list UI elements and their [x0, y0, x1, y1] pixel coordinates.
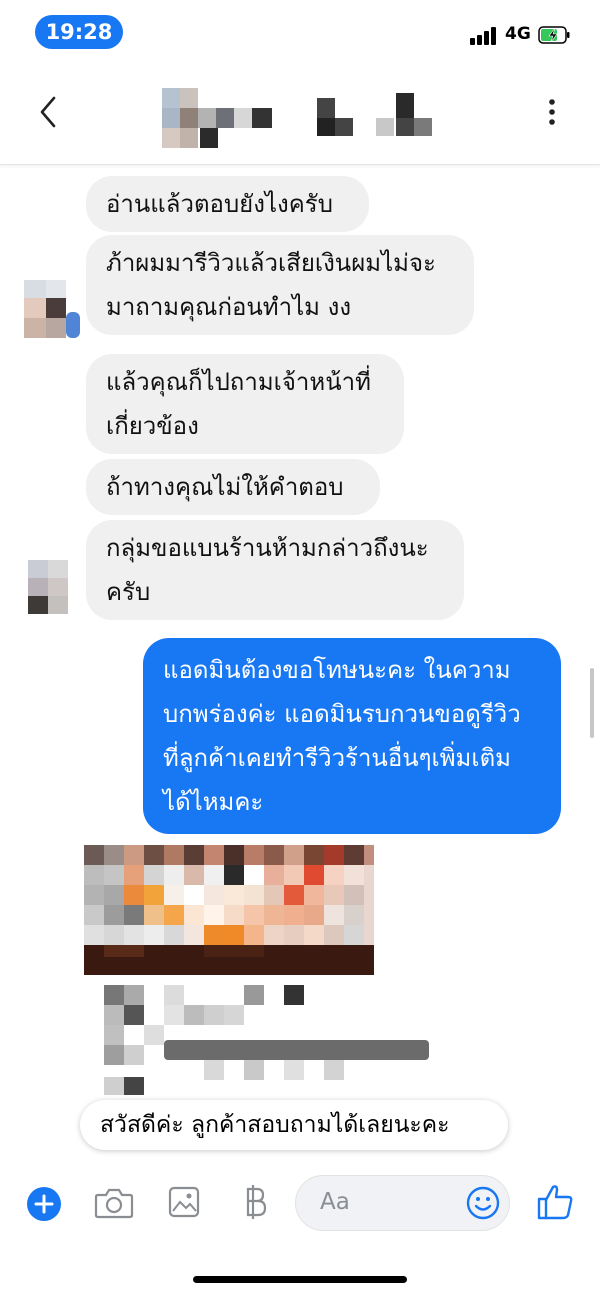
message-bubble[interactable]: แล้วคุณก็ไปถามเจ้าหน้าที่ เกี่ยวข้อง [86, 354, 404, 454]
message-text: ภ้าผมมารีวิวแล้วเสียเงินผมไม่จะ [106, 249, 436, 277]
scrollbar[interactable] [590, 668, 594, 738]
message-text: เกี่ยวข้อง [106, 412, 199, 440]
back-arrow-icon[interactable] [36, 92, 60, 132]
message-text: บกพร่องค่ะ แอดมินรบกวนขอดูรีวิว [163, 700, 521, 728]
message-text: มาถามคุณก่อนทำไม งง [106, 293, 352, 321]
message-input[interactable]: Aa [295, 1175, 510, 1231]
message-bubble[interactable]: ภ้าผมมารีวิวแล้วเสียเงินผมไม่จะ มาถามคุณ… [86, 235, 474, 335]
message-text: กลุ่มขอแบนร้านห้ามกล่าวถึงนะ [106, 534, 429, 562]
message-bubble-sent[interactable]: แอดมินต้องขอโทษนะคะ ในความ บกพร่องค่ะ แอ… [143, 638, 561, 834]
status-time: 19:28 [35, 15, 123, 49]
message-input-placeholder: Aa [320, 1189, 350, 1215]
camera-icon[interactable] [94, 1186, 134, 1220]
message-text: แล้วคุณก็ไปถามเจ้าหน้าที่ [106, 368, 371, 396]
message-text: ได้ไหมคะ [163, 788, 264, 816]
signal-icon [470, 27, 498, 45]
avatar[interactable] [24, 560, 76, 618]
message-bubble[interactable]: ถ้าทางคุณไม่ให้คำตอบ [86, 459, 380, 515]
image-icon[interactable] [168, 1186, 200, 1218]
quick-reply-chip[interactable]: สวัสดีค่ะ ลูกค้าสอบถามได้เลยนะคะ [80, 1100, 508, 1150]
message-bubble[interactable]: อ่านแล้วตอบยังไงครับ [86, 176, 369, 232]
message-text: ถ้าทางคุณไม่ให้คำตอบ [106, 473, 344, 501]
contact-name-pixelated[interactable] [162, 88, 442, 148]
message-text: แอดมินต้องขอโทษนะคะ ในความ [163, 656, 511, 684]
home-indicator[interactable] [193, 1276, 407, 1283]
composer-toolbar: Aa [0, 1168, 600, 1238]
message-text: อ่านแล้วตอบยังไงครับ [106, 190, 333, 218]
plus-icon[interactable] [26, 1186, 62, 1222]
thumbs-up-icon[interactable] [536, 1182, 574, 1222]
emoji-icon[interactable] [466, 1186, 500, 1220]
message-text: ที่ลูกค้าเคยทำรีวิวร้านอื่นๆเพิ่มเติม [163, 744, 511, 772]
battery-icon [538, 26, 570, 44]
conversation-header [0, 64, 600, 165]
avatar[interactable] [24, 280, 80, 338]
status-bar: 19:28 4G [0, 0, 600, 64]
more-vertical-icon[interactable] [538, 94, 566, 130]
message-text: ครับ [106, 578, 151, 606]
network-type: 4G [505, 24, 531, 44]
image-attachment-pixelated[interactable] [84, 845, 439, 1095]
message-bubble[interactable]: กลุ่มขอแบนร้านห้ามกล่าวถึงนะ ครับ [86, 520, 464, 620]
baht-icon[interactable] [240, 1184, 270, 1222]
